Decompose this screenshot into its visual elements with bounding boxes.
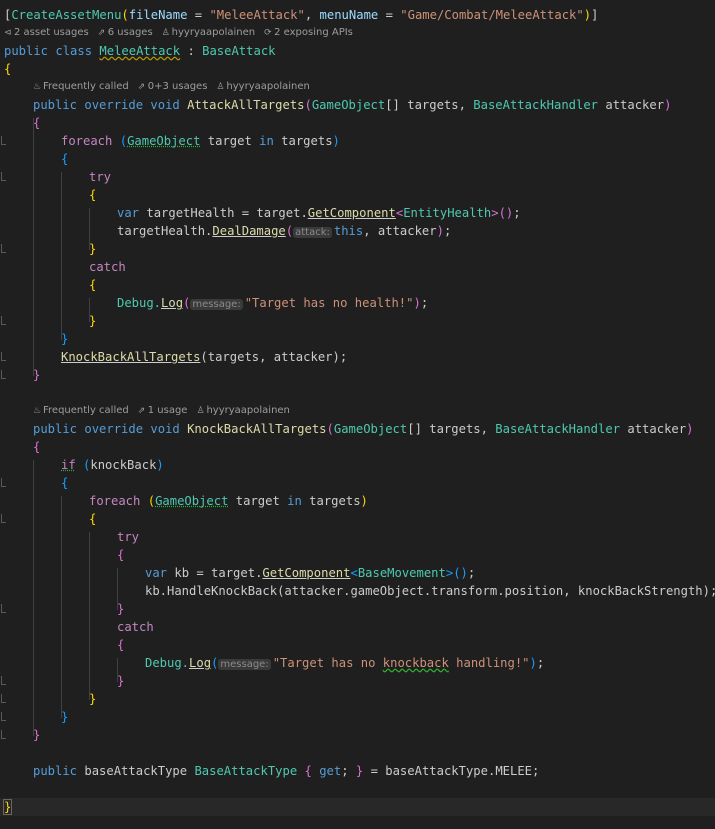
link-icon: ⊲ [4,28,12,38]
author-lens[interactable]: ♙ hyyryaapolainen [196,402,289,420]
frequency-lens[interactable]: ♨ Frequently called [33,78,129,96]
code-line-brace[interactable]: { [61,150,68,168]
usages-lens[interactable]: ⇗ 6 usages [98,24,153,42]
code-line-brace[interactable]: { [89,510,96,528]
usages-lens[interactable]: ⇗ 1 usage [138,402,188,420]
fold-marker[interactable] [1,514,6,523]
references-icon: ⇗ [137,406,146,416]
code-line-brace[interactable]: { [33,438,40,456]
fold-marker[interactable] [1,316,6,325]
code-line-brace[interactable]: } [117,600,124,618]
indent-guide [61,496,62,718]
code-line-closing-brace[interactable]: } [2,798,13,816]
code-line-if[interactable]: if (knockBack) [61,456,164,474]
fold-marker[interactable] [1,478,6,487]
parameter-hint: attack: [293,227,332,238]
person-icon: ♙ [216,82,225,92]
code-line-method-knock[interactable]: public override void KnockBackAllTargets… [33,420,693,438]
code-line-class-decl[interactable]: public class MeleeAttack : BaseAttack [4,42,276,60]
code-line-deal-damage[interactable]: targetHealth.DealDamage(attack: this, att… [117,222,451,240]
code-line-try[interactable]: try [89,168,111,186]
fold-marker[interactable] [1,244,6,253]
author-lens[interactable]: ♙ hyyryaapolainen [216,78,309,96]
fold-marker[interactable] [1,136,6,145]
author-lens[interactable]: ♙ hyyryaapolainen [162,24,255,42]
fold-marker[interactable] [1,676,6,685]
fold-marker[interactable] [1,604,6,613]
code-line-brace[interactable]: { [61,474,68,492]
code-line-foreach[interactable]: foreach (GameObject target in targets) [61,132,340,150]
fold-marker[interactable] [1,712,6,721]
frequency-lens[interactable]: ♨ Frequently called [33,402,129,420]
code-line-brace[interactable]: { [89,276,96,294]
fold-marker[interactable] [1,730,6,739]
parameter-hint: message: [218,659,271,670]
flame-icon: ♨ [33,406,42,416]
code-line-brace[interactable]: { [89,186,96,204]
code-line-brace[interactable]: } [61,330,68,348]
references-icon: ⇗ [137,82,146,92]
fold-marker[interactable] [1,370,6,379]
person-icon: ♙ [196,406,205,416]
flame-icon: ♨ [33,82,42,92]
indent-guide [33,460,34,736]
code-line-brace[interactable]: { [4,60,11,78]
code-line-brace[interactable]: } [89,312,96,330]
code-line-brace[interactable]: } [33,366,40,384]
code-line-method-attack[interactable]: public override void AttackAllTargets(Ga… [33,96,671,114]
codelens-class[interactable]: ⊲ 2 asset usages ⇗ 6 usages ♙ hyyryaapolainen… [4,24,362,42]
indent-guide [33,118,34,376]
code-line-brace[interactable]: } [89,690,96,708]
code-line-brace[interactable]: { [33,114,40,132]
asset-usages-lens[interactable]: ⊲ 2 asset usages [4,24,89,42]
code-line-brace[interactable]: } [117,672,124,690]
code-line-catch[interactable]: catch [117,618,154,636]
code-line-brace[interactable]: } [33,726,40,744]
indent-guide [61,172,62,340]
current-line-highlight [0,798,715,816]
codelens-attack-method[interactable]: ♨ Frequently called ⇗ 0+3 usages ♙ hyyryaapol… [33,78,319,96]
code-line-foreach[interactable]: foreach (GameObject target in targets) [89,492,368,510]
codelens-knock-method[interactable]: ♨ Frequently called ⇗ 1 usage ♙ hyyryaapolain… [33,402,299,420]
indent-guide [89,532,90,700]
exposing-apis-lens[interactable]: ⟳ 2 exposing APIs [264,24,353,42]
code-line-brace[interactable]: } [89,240,96,258]
code-line-brace[interactable]: } [61,708,68,726]
person-icon: ♙ [161,28,170,38]
fold-marker[interactable] [1,694,6,703]
code-line-handle-knock[interactable]: kb.HandleKnockBack(attacker.gameObject.t… [145,582,715,600]
code-line-attribute[interactable]: [CreateAssetMenu(fileName = "MeleeAttack… [4,6,598,24]
code-editor[interactable]: [CreateAssetMenu(fileName = "MeleeAttack… [0,0,715,829]
fold-marker[interactable] [1,172,6,181]
fold-marker[interactable] [1,352,6,361]
code-line-knock-call[interactable]: KnockBackAllTargets(targets, attacker); [61,348,347,366]
references-icon: ⇗ [97,28,106,38]
api-icon: ⟳ [264,28,272,38]
code-line-property[interactable]: public baseAttackType BaseAttackType { g… [33,762,539,780]
code-line-health-decl[interactable]: var targetHealth = target.GetComponent<E… [117,204,521,222]
code-line-brace[interactable]: { [117,636,124,654]
code-line-debug-log[interactable]: Debug.Log(message: "Target has no knockba… [145,654,544,672]
code-line-try[interactable]: try [117,528,139,546]
usages-lens[interactable]: ⇗ 0+3 usages [138,78,208,96]
code-line-kb-decl[interactable]: var kb = target.GetComponent<BaseMovemen… [145,564,475,582]
code-line-catch[interactable]: catch [89,258,126,276]
code-line-brace[interactable]: { [117,546,124,564]
parameter-hint: message: [190,299,243,310]
code-line-debug-log[interactable]: Debug.Log(message: "Target has no health!… [117,294,428,312]
